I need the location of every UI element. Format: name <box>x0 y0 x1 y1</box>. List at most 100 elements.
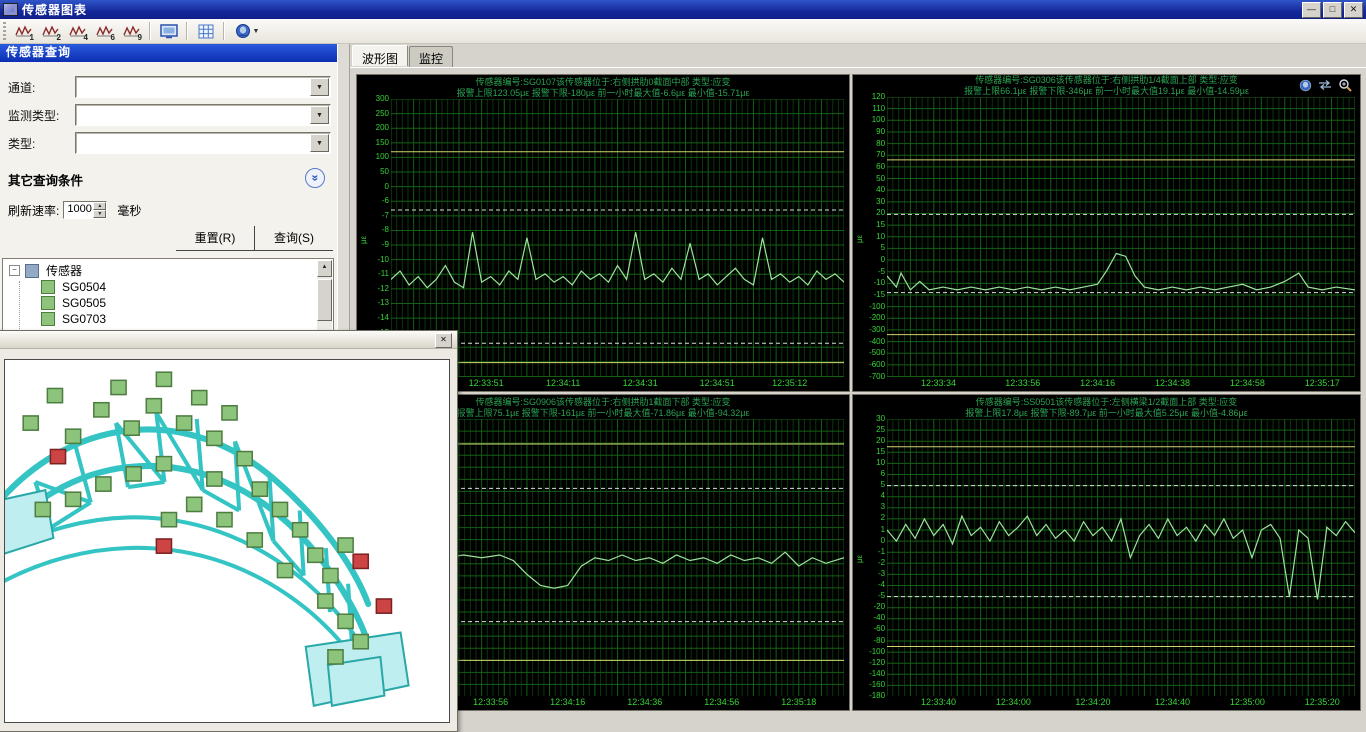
toolbar-separator <box>223 22 225 40</box>
sensor-cube-green[interactable] <box>308 548 323 562</box>
query-button[interactable]: 查询(S) <box>255 226 333 250</box>
plot-area[interactable] <box>391 99 844 377</box>
reset-button[interactable]: 重置(R) <box>176 226 254 250</box>
tree-item-sg0703[interactable]: SG0703 <box>41 311 333 327</box>
x-axis-labels: 12:33:5112:34:1112:34:3112:34:5112:35:12 <box>391 377 844 390</box>
monitor-type-select[interactable]: ▼ <box>75 104 331 126</box>
sensor-cube-green[interactable] <box>338 614 353 628</box>
close-icon[interactable]: ✕ <box>435 333 452 348</box>
bridge-model-window[interactable]: ✕ <box>0 330 458 732</box>
layout-2-chart-button[interactable]: 2 <box>38 21 63 42</box>
bridge-window-titlebar[interactable]: ✕ <box>0 331 457 349</box>
tab-monitor[interactable]: 监控 <box>409 46 453 67</box>
zoom-icon[interactable] <box>1338 78 1352 92</box>
dropdown-arrow-icon[interactable]: ▼ <box>310 78 329 96</box>
sensor-cube-green[interactable] <box>66 429 81 443</box>
user-menu-button[interactable]: ▼ <box>230 21 264 42</box>
sensor-cube-red[interactable] <box>50 449 65 463</box>
sensor-cube-green[interactable] <box>207 472 222 486</box>
plot-area[interactable] <box>887 419 1355 697</box>
layout-9-chart-button[interactable]: 9 <box>119 21 144 42</box>
scroll-thumb[interactable] <box>317 279 332 321</box>
bridge-model-canvas[interactable] <box>4 359 450 723</box>
sensor-cube-red[interactable] <box>353 554 368 568</box>
sensor-cube-green[interactable] <box>272 502 287 516</box>
sensor-cube-green[interactable] <box>192 391 207 405</box>
maximize-button[interactable]: □ <box>1323 2 1342 18</box>
channel-select[interactable]: ▼ <box>75 76 331 98</box>
tree-collapse-icon[interactable]: − <box>9 265 20 276</box>
x-tick-label: 12:34:38 <box>1155 378 1190 388</box>
sensor-cube-green[interactable] <box>111 380 126 394</box>
sensor-cube-green[interactable] <box>207 431 222 445</box>
chart-title-line2: 报警上限17.8με 报警下限-89.7με 前一小时最大值5.25με 最小值… <box>853 408 1360 419</box>
sensor-cube-green[interactable] <box>252 482 267 496</box>
layout-6-chart-button[interactable]: 6 <box>92 21 117 42</box>
x-tick-label: 12:33:56 <box>1005 378 1040 388</box>
sensor-cube-green[interactable] <box>177 416 192 430</box>
y-tick-label: -300 <box>869 326 885 334</box>
sensor-cube-green[interactable] <box>338 538 353 552</box>
chart-panel-ss0501[interactable]: 传感器编号:SS0501该传感器位于:左侧横梁1/2截面上部 类型:应变 报警上… <box>852 394 1361 712</box>
spin-up-icon[interactable]: ▲ <box>93 202 106 210</box>
tree-root-row[interactable]: − 传感器 <box>9 262 333 279</box>
chart-body: με 30252015106543210-1-2-3-4-5-20-40-60-… <box>853 419 1360 697</box>
y-tick-label: 10 <box>876 459 885 467</box>
sensor-cube-red[interactable] <box>376 599 391 613</box>
tree-item-sg0505[interactable]: SG0505 <box>41 295 333 311</box>
sensor-cube-green[interactable] <box>217 513 232 527</box>
sensor-cube-green[interactable] <box>126 467 141 481</box>
collapse-section-button[interactable]: » <box>305 168 325 188</box>
sensor-cube-green[interactable] <box>323 568 338 582</box>
spin-down-icon[interactable]: ▼ <box>93 210 106 218</box>
sensor-cube-green[interactable] <box>277 563 292 577</box>
refresh-rate-input[interactable]: 1000 ▲ ▼ <box>63 201 107 219</box>
dropdown-arrow-icon[interactable]: ▼ <box>310 134 329 152</box>
y-tick-label: 20 <box>876 209 885 217</box>
sensor-cube-green[interactable] <box>161 513 176 527</box>
sensor-cube-green[interactable] <box>187 497 202 511</box>
sensor-cube-green[interactable] <box>96 477 111 491</box>
sensor-cube-green[interactable] <box>124 421 139 435</box>
sensor-cube-green[interactable] <box>47 388 62 402</box>
sensor-cube-green[interactable] <box>35 502 50 516</box>
x-tick-label: 12:33:51 <box>469 378 504 388</box>
sensor-cube-green[interactable] <box>222 406 237 420</box>
sensor-cube-green[interactable] <box>353 635 368 649</box>
sensor-cube-green[interactable] <box>23 416 38 430</box>
user-head-icon <box>235 23 251 39</box>
sensor-cube-green[interactable] <box>156 457 171 471</box>
sensor-cube-green[interactable] <box>318 594 333 608</box>
layout-1-chart-button[interactable]: 1 <box>11 21 36 42</box>
y-tick-label: -10 <box>874 279 886 287</box>
grid-view-button[interactable] <box>193 21 218 42</box>
sensor-cube-green[interactable] <box>237 452 252 466</box>
sensor-cube-green[interactable] <box>328 650 343 664</box>
tree-item-sg0504[interactable]: SG0504 <box>41 279 333 295</box>
tab-bar: 波形图 监控 <box>352 46 454 67</box>
sensor-cube-green[interactable] <box>66 492 81 506</box>
sensor-cube-green[interactable] <box>156 372 171 386</box>
layout-4-chart-button[interactable]: 4 <box>65 21 90 42</box>
snapshot-button[interactable] <box>156 21 181 42</box>
x-tick-label: 12:33:56 <box>473 697 508 707</box>
channel-row: 通道: ▼ <box>8 77 331 97</box>
chart-panel-sg0306[interactable]: 传感器编号:SG0306该传感器位于:右侧拱肋1/4截面上部 类型:应变 报警上… <box>852 74 1361 392</box>
y-tick-label: 5 <box>881 481 885 489</box>
minimize-button[interactable]: — <box>1302 2 1321 18</box>
scroll-up-icon[interactable]: ▲ <box>317 260 332 277</box>
x-axis-labels: 12:33:3412:33:5612:34:1612:34:3812:34:58… <box>887 377 1355 390</box>
close-button[interactable]: ✕ <box>1344 2 1363 18</box>
plot-area[interactable] <box>391 419 844 697</box>
tab-waveform[interactable]: 波形图 <box>352 45 408 66</box>
sensor-cube-green[interactable] <box>146 399 161 413</box>
sensor-cube-green[interactable] <box>247 533 262 547</box>
dropdown-arrow-icon[interactable]: ▼ <box>310 106 329 124</box>
sensor-cube-red[interactable] <box>156 539 171 553</box>
sensor-cube-green[interactable] <box>293 523 308 537</box>
sensor-cube-green[interactable] <box>94 403 109 417</box>
type-select[interactable]: ▼ <box>75 132 331 154</box>
swap-arrows-icon[interactable] <box>1318 79 1332 91</box>
plot-area[interactable] <box>887 97 1355 377</box>
help-head-icon[interactable] <box>1299 79 1312 92</box>
